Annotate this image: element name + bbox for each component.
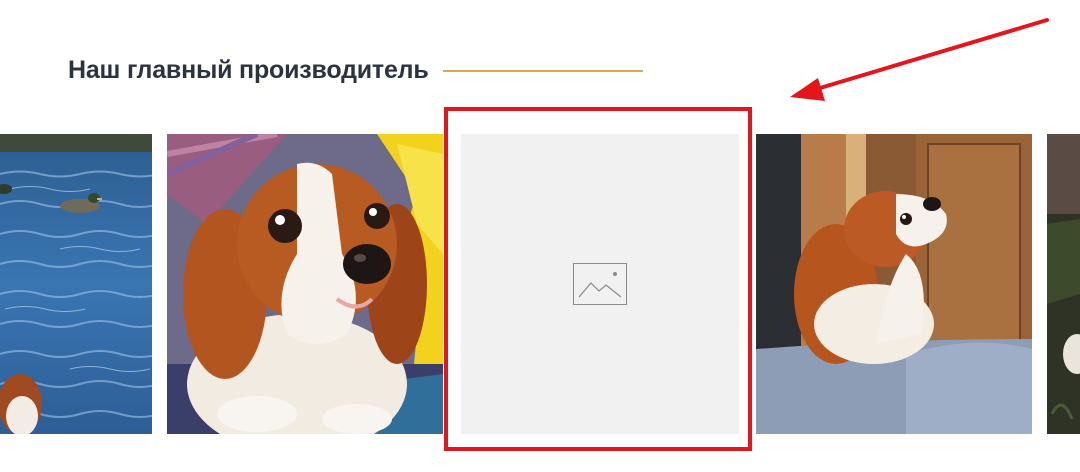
ducks-photo: [0, 134, 152, 434]
carousel-slide-placeholder[interactable]: [461, 134, 739, 434]
partial-photo: [1047, 134, 1080, 434]
carousel-slide-partial[interactable]: [1047, 134, 1080, 434]
section-heading: Наш главный производитель: [68, 56, 643, 85]
spaniel-photo: [167, 134, 443, 434]
producer-carousel[interactable]: [0, 134, 1080, 434]
image-placeholder-icon: [573, 263, 627, 305]
page: Наш главный производитель: [0, 0, 1080, 472]
section-title: Наш главный производитель: [68, 56, 429, 84]
spaniel-up-photo: [756, 134, 1032, 434]
carousel-slide-spaniel[interactable]: [167, 134, 443, 434]
carousel-slide-ducks[interactable]: [0, 134, 152, 434]
carousel-slide-spaniel-up[interactable]: [756, 134, 1032, 434]
title-underline: [442, 69, 643, 72]
